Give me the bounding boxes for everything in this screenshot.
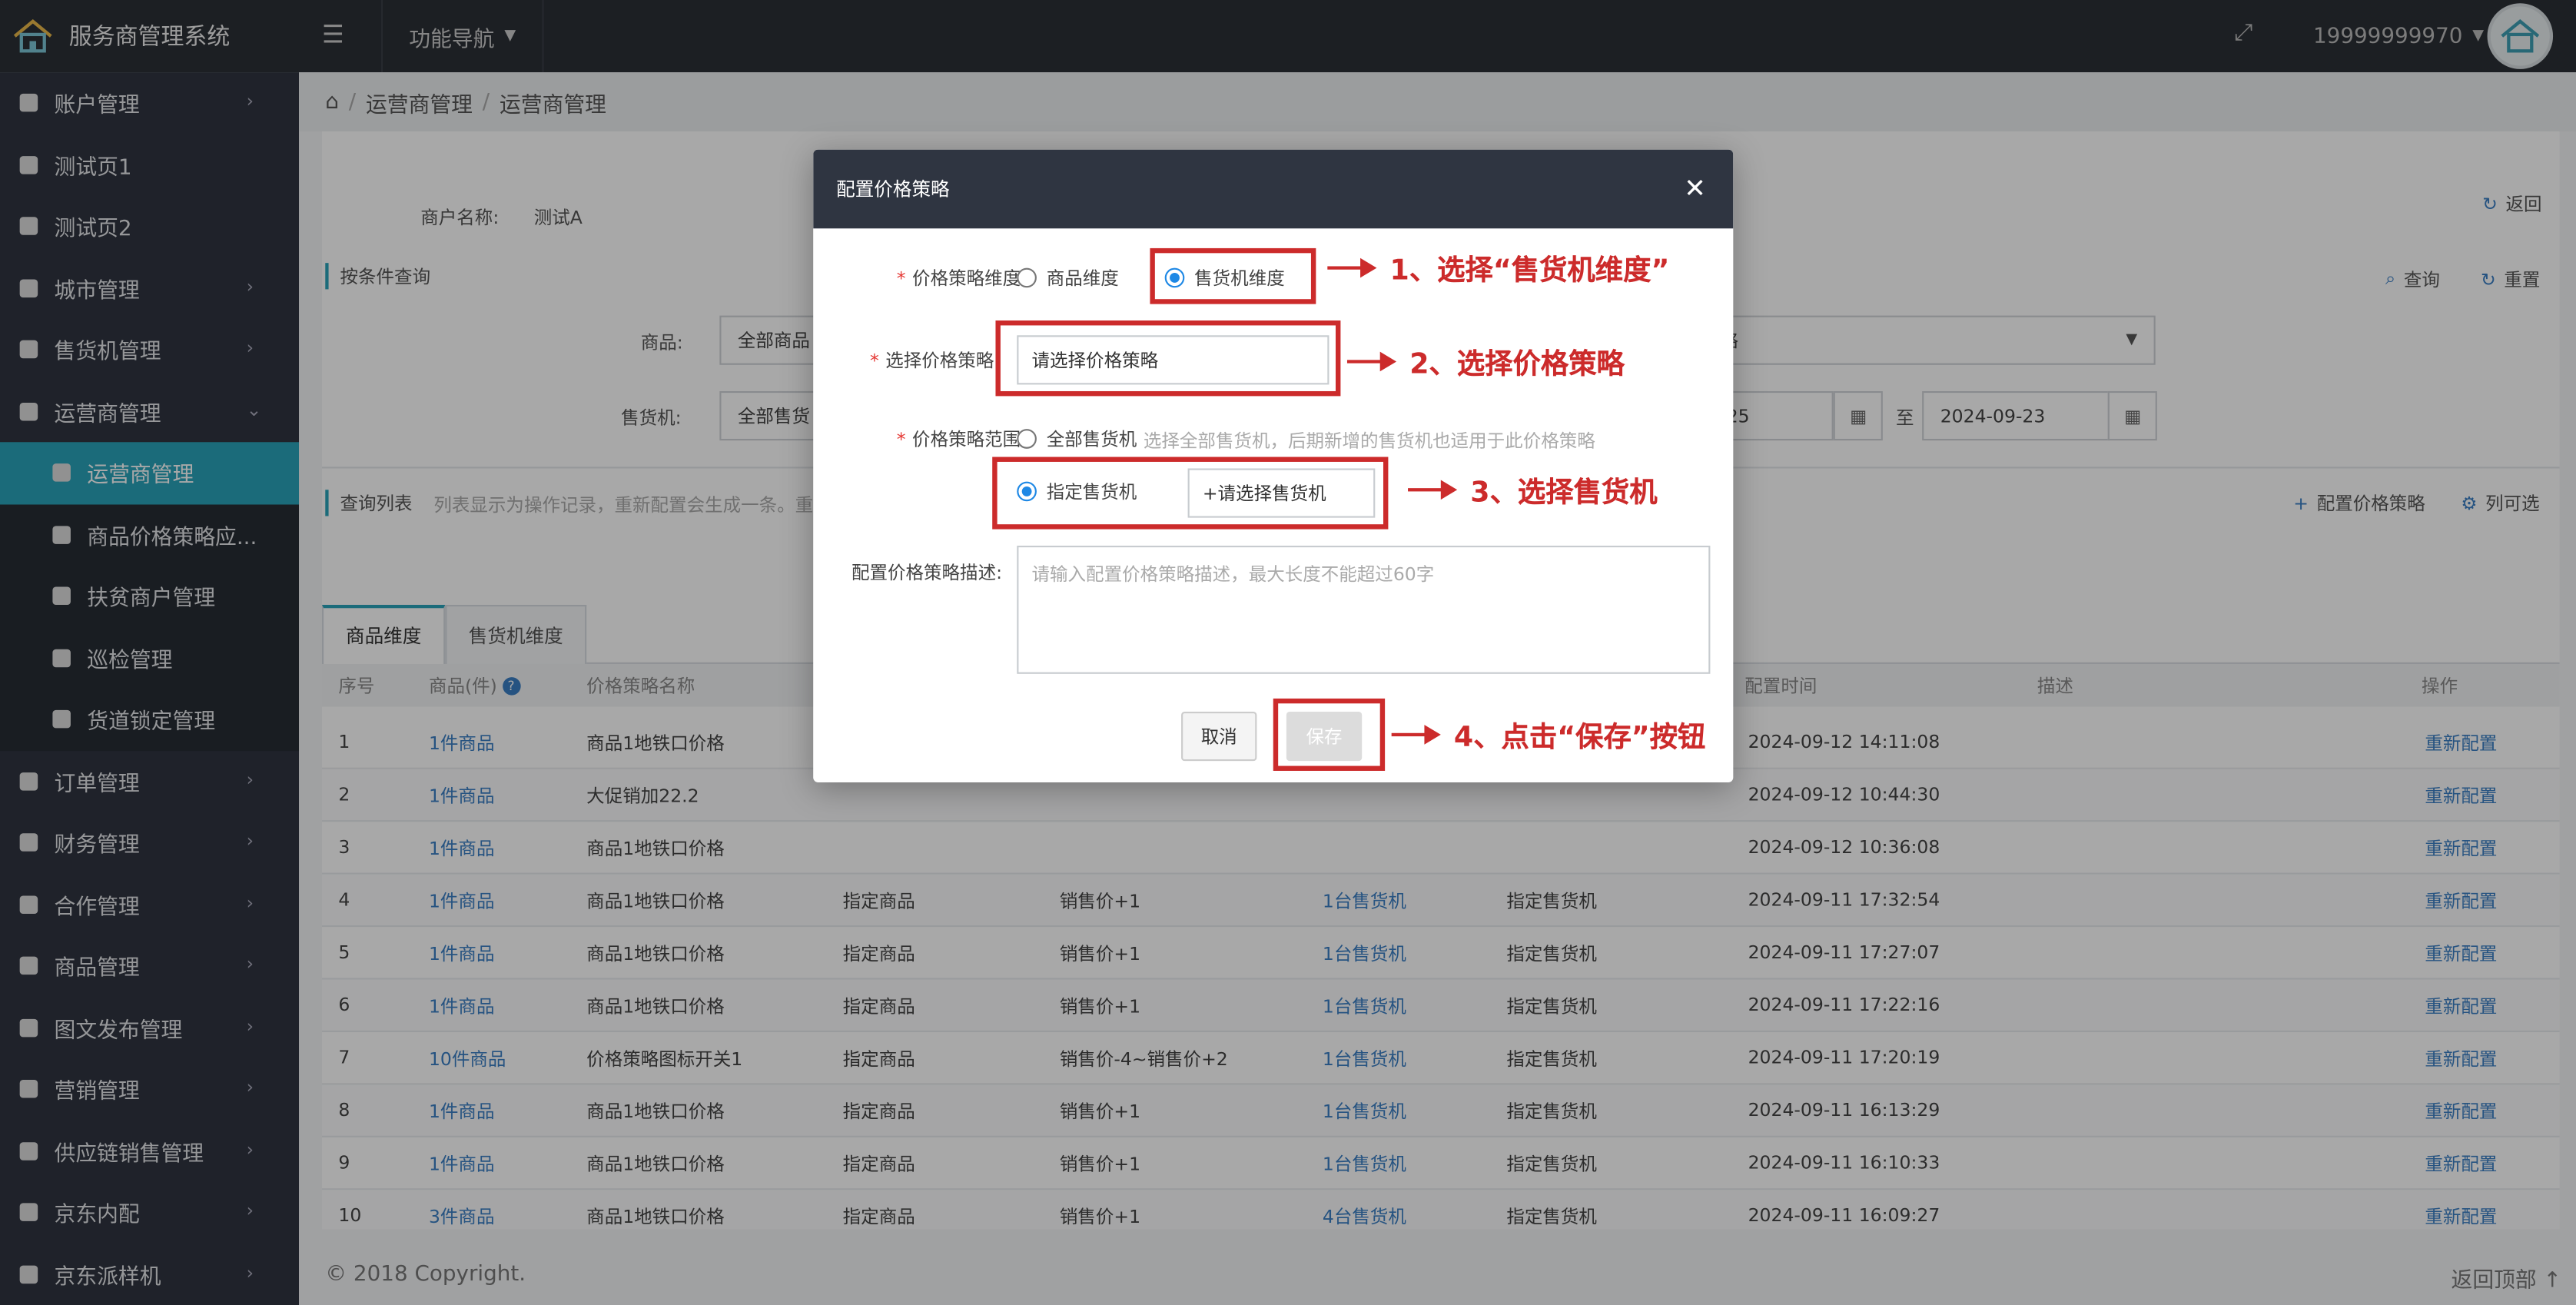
arrow-right-icon: [1346, 350, 1397, 371]
modal-title: 配置价格策略: [836, 177, 950, 201]
close-icon[interactable]: ✕: [1684, 173, 1706, 204]
arrow-right-icon: [1391, 724, 1441, 744]
annotation-step-2-text: 2、选择价格策略: [1409, 348, 1625, 382]
annotation-box-1: [1150, 247, 1316, 304]
dim-label: * 价格策略维度:: [896, 267, 1027, 290]
annotation-step-1-text: 1、选择“售货机维度”: [1389, 254, 1670, 288]
annotation-box-3: [992, 457, 1389, 530]
annotation-step-3: 3、选择售货机: [1408, 468, 1658, 510]
radio-circle: [1017, 429, 1037, 449]
desc-textarea[interactable]: 请输入配置价格策略描述，最大长度不能超过60字: [1017, 545, 1711, 674]
annotation-step-3-text: 3、选择售货机: [1470, 477, 1658, 510]
scope-label: * 价格策略范围:: [896, 429, 1027, 450]
annotation-box-2: [995, 320, 1341, 397]
annotation-step-2: 2、选择价格策略: [1346, 340, 1625, 382]
annotation-box-4: [1273, 698, 1386, 771]
radio-all-machines[interactable]: 全部售货机: [1017, 426, 1137, 452]
modal-header: 配置价格策略: [813, 149, 1734, 229]
annotation-step-1: 1、选择“售货机维度”: [1327, 247, 1669, 287]
cancel-button[interactable]: 取消: [1181, 711, 1257, 762]
app-root: 服务商管理系统 ☰ 功能导航 ▼ ⤢ 19999999970 ▼ 账户管理 › 测试…: [0, 0, 2576, 1305]
arrow-right-icon: [1408, 479, 1458, 500]
arrow-right-icon: [1327, 257, 1377, 277]
radio-goods-dimension[interactable]: 商品维度: [1017, 264, 1119, 291]
dim-label-text: 价格策略维度:: [912, 267, 1027, 290]
strategy-label: * 选择价格策略: [869, 350, 994, 372]
annotation-step-4-text: 4、点击“保存”按钮: [1453, 721, 1706, 755]
scope-all-hint: 选择全部售货机，后期新增的售货机也适用于此价格策略: [1143, 430, 1595, 453]
annotation-step-4: 4、点击“保存”按钮: [1391, 713, 1706, 755]
desc-label: 配置价格策略描述:: [851, 562, 1003, 584]
radio-goods-label: 商品维度: [1046, 267, 1119, 290]
radio-circle: [1017, 267, 1037, 288]
strategy-label-text: 选择价格策略: [885, 350, 994, 372]
radio-all-label: 全部售货机: [1046, 429, 1137, 450]
scope-label-text: 价格策略范围:: [912, 429, 1027, 450]
